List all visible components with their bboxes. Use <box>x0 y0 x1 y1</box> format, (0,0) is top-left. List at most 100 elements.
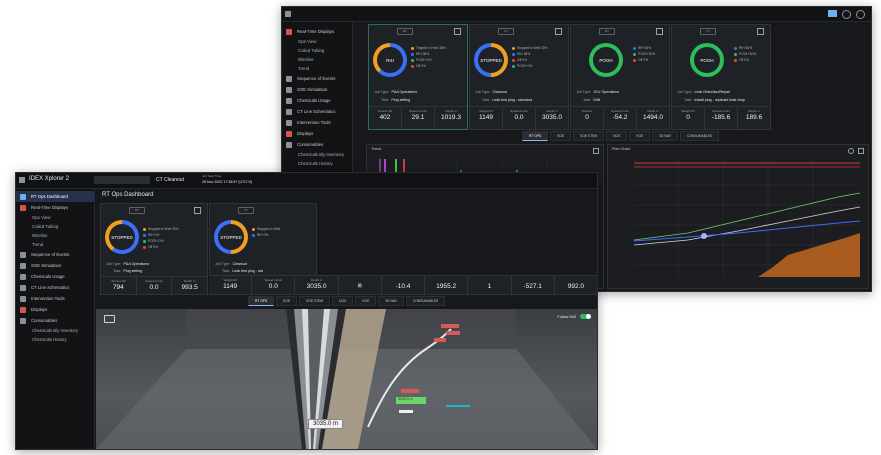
sidebar-item-chemicals-inventory[interactable]: Chemicals Bly Inventory <box>16 326 94 335</box>
tab-soe-stem[interactable]: SOE STEM <box>299 296 331 306</box>
menu-icon[interactable] <box>285 11 291 17</box>
tab-3d-nav[interactable]: 3D NAV <box>652 131 678 141</box>
sidebar-item-intervention-tools[interactable]: Intervention Tools <box>282 117 352 128</box>
depth-readout: 3035.0 m <box>308 419 344 429</box>
user-icon[interactable] <box>856 10 865 19</box>
card-header: RT <box>105 207 203 214</box>
donut-center: POOH <box>593 47 619 73</box>
sidebar-item-ct-line-schematics[interactable]: CT Line Schematics <box>282 106 352 117</box>
sidebar-item-coiled-tubing[interactable]: Coiled Tubing <box>282 46 352 55</box>
tab-dos[interactable]: DOS <box>332 296 354 306</box>
menu-icon[interactable] <box>19 177 25 183</box>
follow-drill-control[interactable]: Follow Drill <box>557 314 591 319</box>
expand-icon[interactable] <box>454 28 461 35</box>
expand-icon[interactable] <box>757 28 764 35</box>
sidebar-item-displays[interactable]: Displays <box>16 304 94 315</box>
schematic-icon <box>286 108 292 115</box>
sidebar-item-chemicals-inventory[interactable]: Chemicals Bly Inventory <box>282 150 352 159</box>
sidebar-item-rt-ops-dashboard[interactable]: RT Ops Dashboard <box>16 191 94 202</box>
front-window: IDEX Xplorer 2 CT Cleanout Job Start Tim… <box>15 172 598 450</box>
sidebar-item-ct-line-schematics[interactable]: CT Line Schematics <box>16 282 94 293</box>
sidebar-item-chemicals-history[interactable]: Chemicals History <box>16 335 94 344</box>
expand-icon[interactable] <box>555 28 562 35</box>
card-metrics: Tension 0 Speed m/min -54.2 Depth m 1494.0 <box>571 106 669 129</box>
status-label: RIH <box>386 57 394 63</box>
tab-soe[interactable]: SOE <box>276 296 298 306</box>
tab-3d-nav[interactable]: 3D NAV <box>378 296 404 306</box>
tab-consumables[interactable]: CONSUMABLES <box>405 296 446 306</box>
tab-rt-ops[interactable]: RT OPS <box>522 131 549 141</box>
sidebar-label: Trend <box>32 242 44 247</box>
sidebar-item-chemicals-usage[interactable]: Chemicals Usage <box>16 271 94 282</box>
sidebar-item-real-time-displays[interactable]: Real-Time Displays <box>16 202 94 213</box>
sidebar-item-sequence-of-events[interactable]: Sequence of Events <box>16 249 94 260</box>
task: Task Install plug - replicate lead chop <box>684 98 745 102</box>
sidebar-label: SOE Simulation <box>297 87 328 92</box>
plan-series-blue <box>633 220 861 242</box>
expand-icon[interactable] <box>194 207 201 214</box>
well-selector[interactable] <box>94 176 150 184</box>
tab-soe-stem[interactable]: SOE STEM <box>573 131 605 141</box>
sidebar-item-trend[interactable]: Trend <box>16 240 94 249</box>
card-header: CT <box>214 207 312 214</box>
sidebar-item-soe-simulation[interactable]: SOE Simulation <box>282 84 352 95</box>
red-label-3 <box>434 338 446 342</box>
front-top-bar: IDEX Xplorer 2 CT Cleanout Job Start Tim… <box>16 173 597 189</box>
sidebar-item-real-time-displays[interactable]: Real-Time Displays <box>282 26 352 37</box>
tab-consumables[interactable]: CONSUMABLES <box>679 131 720 141</box>
metric-cell: -527.1 <box>512 276 555 294</box>
sidebar-item-consumables[interactable]: Consumables <box>16 315 94 326</box>
sidebar-label: Chemicals History <box>298 161 333 166</box>
tool-depth-label: 3035.0 m <box>398 397 413 401</box>
unit-card-1[interactable]: RT STOPPED Stopped in Well 30% RIH 0% PO… <box>100 203 208 295</box>
red-label-2 <box>446 331 460 335</box>
sidebar-item-chemicals-history[interactable]: Chemicals History <box>282 159 352 168</box>
unit-card-3[interactable]: RT POOH RIH 50% POOH 50% Off 0% Job Type… <box>570 24 670 130</box>
sidebar-item-displays[interactable]: Displays <box>282 128 352 139</box>
front-sidebar: RT Ops Dashboard Real-Time Displays Ops … <box>16 189 95 449</box>
follow-drill-toggle[interactable] <box>580 314 591 319</box>
sidebar-item-ops-view[interactable]: Ops View <box>16 213 94 222</box>
job-type: Job Type P&A Operations <box>374 90 418 94</box>
sidebar-item-wireline[interactable]: Wireline <box>16 231 94 240</box>
card-header: CT <box>474 28 564 35</box>
unit-card-1[interactable]: RT RIH Tripped in Hole 38% RIH 38% POOH … <box>368 24 468 130</box>
sidebar-item-intervention-tools[interactable]: Intervention Tools <box>16 293 94 304</box>
date-caption: Job Start Time <box>202 174 222 178</box>
donut-center: STOPPED <box>218 224 244 250</box>
expand-icon[interactable] <box>656 28 663 35</box>
job-type: Job Type GLV Operations <box>576 90 620 94</box>
tab-kge[interactable]: KGE <box>629 131 651 141</box>
metric-cell: 1 <box>468 276 512 294</box>
sidebar-label: Sequence of Events <box>31 252 70 257</box>
tab-soe[interactable]: SOE <box>550 131 572 141</box>
settings-icon[interactable] <box>842 10 851 19</box>
unit-card-4[interactable]: CT POOH RIH 50% POOH 50% Off 0% Job Type… <box>671 24 771 130</box>
sidebar-item-wireline[interactable]: Wireline <box>282 55 352 64</box>
sidebar-label: Real-Time Displays <box>31 205 69 210</box>
card-header: RT <box>575 28 665 35</box>
sidebar-item-soe-simulation[interactable]: SOE Simulation <box>16 260 94 271</box>
job-selector-label[interactable]: CT Cleanout <box>156 177 184 183</box>
back-tabs: RT OPS SOE SOE STEM DOS KGE 3D NAV CONSU… <box>522 131 720 141</box>
tab-rt-ops[interactable]: RT OPS <box>248 296 275 306</box>
metric-cell: Weight lbf 1149 <box>470 107 503 129</box>
axis-gizmo-icon[interactable] <box>104 315 115 323</box>
task: Task Plug setting <box>113 269 143 273</box>
box-icon <box>20 317 26 324</box>
view-toggle-icon[interactable] <box>828 10 837 17</box>
sidebar-item-ops-view[interactable]: Ops View <box>282 37 352 46</box>
sidebar-item-coiled-tubing[interactable]: Coiled Tubing <box>16 222 94 231</box>
dashboard-icon <box>20 193 26 200</box>
front-metric-strip: Weight lbf 1149 Speed m/min 0.0 Depth m 303… <box>209 275 597 295</box>
sidebar-item-consumables[interactable]: Consumables <box>282 139 352 150</box>
sidebar-item-sequence-of-events[interactable]: Sequence of Events <box>282 73 352 84</box>
sidebar-label: Sequence of Events <box>297 76 336 81</box>
unit-card-2[interactable]: CT STOPPED Stopped in Well 30% RIH 38% O… <box>469 24 569 130</box>
sidebar-item-chemicals-usage[interactable]: Chemicals Usage <box>282 95 352 106</box>
tab-kge[interactable]: KGE <box>355 296 377 306</box>
tab-dos[interactable]: DOS <box>606 131 628 141</box>
app-title: IDEX Xplorer 2 <box>29 176 70 182</box>
3d-well-viewport[interactable]: 3035.0 m Follow Drill 3035.0 m <box>96 309 597 449</box>
sidebar-item-trend[interactable]: Trend <box>282 64 352 73</box>
